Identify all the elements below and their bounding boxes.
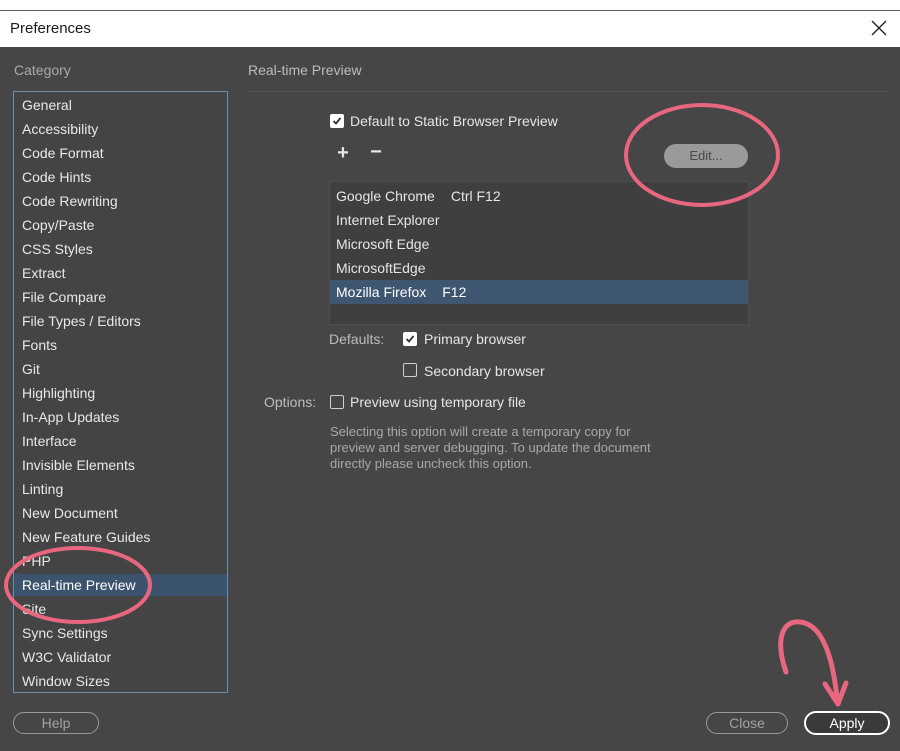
category-list[interactable]: General Accessibility Code Format Code H…	[13, 91, 228, 693]
browser-list[interactable]: Google Chrome Ctrl F12 Internet Explorer …	[329, 181, 749, 325]
category-item-label: Extract	[22, 265, 66, 281]
browser-row[interactable]: MicrosoftEdge	[330, 256, 748, 280]
close-icon[interactable]	[866, 15, 892, 41]
divider	[248, 91, 888, 92]
close-button[interactable]: Close	[706, 712, 788, 734]
category-item-file-types-editors[interactable]: File Types / Editors	[14, 310, 227, 332]
options-label: Options:	[264, 394, 317, 410]
category-item-linting[interactable]: Linting	[14, 478, 227, 500]
browser-name: Google Chrome	[336, 188, 435, 204]
category-item-label: Fonts	[22, 337, 58, 353]
category-item-code-rewriting[interactable]: Code Rewriting	[14, 190, 227, 212]
category-item-label: Copy/Paste	[22, 217, 95, 233]
secondary-browser-checkbox[interactable]	[403, 363, 417, 377]
secondary-browser-label: Secondary browser	[424, 363, 545, 379]
minus-icon: −	[370, 141, 382, 163]
browser-name: Microsoft Edge	[336, 236, 430, 252]
remove-browser-button[interactable]: −	[366, 142, 386, 162]
category-item-label: Git	[22, 361, 40, 377]
preferences-dialog: Preferences Category General Accessibili…	[0, 10, 900, 751]
temp-file-label: Preview using temporary file	[350, 394, 526, 410]
browser-row[interactable]: Google Chrome Ctrl F12	[330, 184, 748, 208]
defaults-label: Defaults:	[329, 331, 385, 347]
browser-name: MicrosoftEdge	[336, 260, 426, 276]
category-item-code-hints[interactable]: Code Hints	[14, 166, 227, 188]
category-item-site[interactable]: Site	[14, 598, 227, 620]
category-item-label: PHP	[22, 553, 51, 569]
category-item-label: File Compare	[22, 289, 107, 305]
browser-name: Internet Explorer	[336, 212, 440, 228]
checkmark-icon	[405, 335, 415, 343]
browser-row-selected[interactable]: Mozilla Firefox F12	[330, 280, 748, 304]
category-item-php[interactable]: PHP	[14, 550, 227, 572]
category-item-fonts[interactable]: Fonts	[14, 334, 227, 356]
temp-file-checkbox[interactable]	[330, 395, 344, 409]
apply-button[interactable]: Apply	[804, 711, 890, 735]
category-heading: Category	[14, 62, 71, 78]
category-item-general[interactable]: General	[14, 94, 227, 116]
category-item-label: Highlighting	[22, 385, 96, 401]
category-item-label: New Feature Guides	[22, 529, 151, 545]
category-item-label: New Document	[22, 505, 118, 521]
category-item-label: W3C Validator	[22, 649, 112, 665]
category-item-label: In-App Updates	[22, 409, 120, 425]
category-item-new-document[interactable]: New Document	[14, 502, 227, 524]
browser-shortcut: F12	[442, 284, 467, 300]
title-bar: Preferences	[0, 11, 900, 47]
default-static-checkbox[interactable]	[330, 114, 344, 128]
category-item-copy-paste[interactable]: Copy/Paste	[14, 214, 227, 236]
edit-browser-button[interactable]: Edit...	[664, 144, 748, 168]
category-item-label: General	[22, 97, 72, 113]
category-item-in-app-updates[interactable]: In-App Updates	[14, 406, 227, 428]
category-item-label: Site	[22, 601, 47, 617]
browser-row[interactable]: Microsoft Edge	[330, 232, 748, 256]
category-item-git[interactable]: Git	[14, 358, 227, 380]
category-item-sync-settings[interactable]: Sync Settings	[14, 622, 227, 644]
category-item-accessibility[interactable]: Accessibility	[14, 118, 227, 140]
primary-browser-checkbox[interactable]	[403, 332, 417, 346]
category-item-new-feature-guides[interactable]: New Feature Guides	[14, 526, 227, 548]
category-item-invisible-elements[interactable]: Invisible Elements	[14, 454, 227, 476]
browser-shortcut: Ctrl F12	[450, 188, 501, 204]
category-item-real-time-preview[interactable]: Real-time Preview	[14, 574, 227, 596]
category-item-css-styles[interactable]: CSS Styles	[14, 238, 227, 260]
category-item-label: CSS Styles	[22, 241, 93, 257]
category-item-label: Code Format	[22, 145, 104, 161]
category-item-extract[interactable]: Extract	[14, 262, 227, 284]
category-item-label: Real-time Preview	[22, 577, 136, 593]
category-item-window-sizes[interactable]: Window Sizes	[14, 670, 227, 692]
category-item-label: Interface	[22, 433, 77, 449]
category-item-w3c-validator[interactable]: W3C Validator	[14, 646, 227, 668]
panel-title: Real-time Preview	[248, 62, 362, 78]
dialog-title: Preferences	[10, 20, 91, 37]
default-static-label: Default to Static Browser Preview	[350, 113, 558, 129]
checkmark-icon	[332, 117, 342, 125]
category-item-file-compare[interactable]: File Compare	[14, 286, 227, 308]
plus-icon: +	[337, 142, 349, 164]
category-item-label: Window Sizes	[22, 673, 110, 689]
browser-name: Mozilla Firefox	[336, 284, 427, 300]
category-item-code-format[interactable]: Code Format	[14, 142, 227, 164]
primary-browser-label: Primary browser	[424, 331, 526, 347]
category-item-label: File Types / Editors	[22, 313, 141, 329]
temp-file-help-text: Selecting this option will create a temp…	[330, 424, 651, 471]
add-browser-button[interactable]: +	[333, 143, 353, 163]
category-item-interface[interactable]: Interface	[14, 430, 227, 452]
category-item-label: Code Rewriting	[22, 193, 118, 209]
category-item-highlighting[interactable]: Highlighting	[14, 382, 227, 404]
browser-row[interactable]: Internet Explorer	[330, 208, 748, 232]
help-button[interactable]: Help	[13, 712, 99, 734]
category-item-label: Invisible Elements	[22, 457, 135, 473]
category-item-label: Code Hints	[22, 169, 92, 185]
category-item-label: Linting	[22, 481, 64, 497]
category-item-label: Sync Settings	[22, 625, 108, 641]
category-item-label: Accessibility	[22, 121, 99, 137]
